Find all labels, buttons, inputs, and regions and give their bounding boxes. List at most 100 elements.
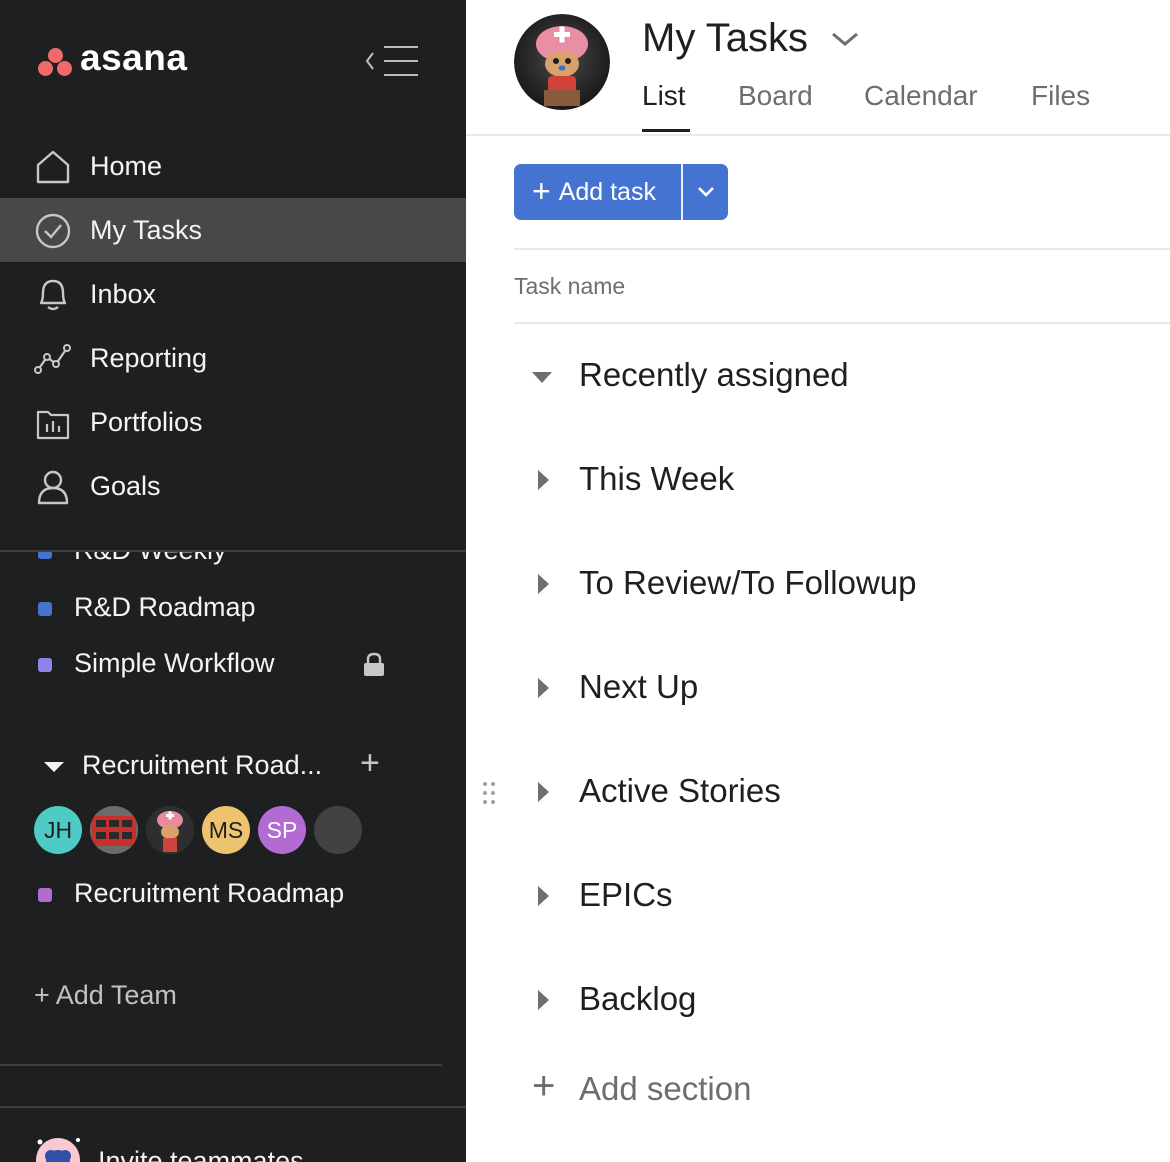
team-name: Recruitment Road... [82, 750, 323, 780]
avatar-photo-chopper[interactable] [146, 806, 194, 854]
project-color-dot [38, 888, 52, 902]
section-label: Active Stories [579, 772, 781, 809]
avatar-placeholder[interactable] [314, 806, 362, 854]
caret-right-icon[interactable] [538, 574, 549, 594]
chevron-down-icon [697, 187, 714, 197]
section-next-up[interactable]: Next Up [526, 658, 1166, 718]
avatar[interactable]: JH [34, 806, 82, 854]
section-active-stories[interactable]: Active Stories [526, 762, 1166, 822]
invite-icon [36, 1138, 80, 1162]
lock-icon [364, 652, 384, 676]
line-chart-icon [34, 344, 71, 374]
asana-logo[interactable]: asana [38, 37, 188, 80]
sidebar-item-my-tasks[interactable]: My Tasks [0, 198, 466, 262]
active-tab-indicator [642, 129, 690, 132]
invite-teammates-button[interactable]: Invite teammates [34, 1136, 454, 1162]
chevron-down-icon[interactable] [830, 30, 860, 48]
sidebar-item-goals[interactable]: Goals [0, 454, 466, 518]
column-header-divider [514, 248, 1170, 250]
caret-right-icon[interactable] [538, 678, 549, 698]
sidebar-item-label: My Tasks [90, 214, 203, 245]
chopper-photo-icon [146, 806, 194, 854]
section-label: Recently assigned [579, 356, 849, 393]
bus-photo-icon [90, 806, 138, 854]
section-label: Backlog [579, 980, 697, 1017]
add-task-label: Add task [558, 177, 656, 206]
sidebar-item-home[interactable]: Home [0, 134, 466, 198]
collapse-sidebar-icon[interactable] [364, 44, 420, 78]
plus-icon: + [532, 172, 551, 209]
column-header-task-name[interactable]: Task name [514, 273, 625, 300]
logo-text: asana [80, 37, 188, 78]
project-label: Simple Workflow [74, 648, 275, 678]
invite-label: Invite teammates [98, 1146, 304, 1162]
avatar-initials: SP [266, 816, 298, 843]
person-icon [37, 470, 69, 505]
sidebar-divider [0, 1106, 466, 1108]
project-label: R&D Weekly [74, 552, 227, 566]
section-epics[interactable]: EPICs [526, 866, 1166, 926]
section-this-week[interactable]: This Week [526, 450, 1166, 510]
add-task-button[interactable]: + Add task [514, 164, 681, 220]
caret-right-icon[interactable] [538, 990, 549, 1010]
caret-down-icon[interactable] [44, 762, 64, 772]
tab-board[interactable]: Board [738, 80, 813, 112]
page-title: My Tasks [642, 16, 808, 60]
main-content: My Tasks List Board Calendar Files + Add… [466, 0, 1170, 1162]
avatar[interactable]: SP [258, 806, 306, 854]
section-recently-assigned[interactable]: Recently assigned [526, 346, 1166, 406]
avatar-initials: MS [208, 816, 244, 843]
asana-logo-icon [38, 44, 74, 76]
check-circle-icon [35, 213, 71, 249]
sidebar-projects: R&D Weekly R&D Roadmap Simple Workflow R… [0, 552, 466, 1062]
team-header[interactable]: Recruitment Road... + [0, 744, 466, 790]
section-backlog[interactable]: Backlog [526, 970, 1166, 1030]
caret-right-icon[interactable] [538, 782, 549, 802]
project-color-dot [38, 658, 52, 672]
add-section-label: Add section [579, 1070, 752, 1107]
add-task-dropdown-button[interactable] [681, 164, 728, 220]
section-label: This Week [579, 460, 735, 497]
sidebar-item-label: Reporting [90, 342, 208, 373]
avatar-initials: JH [43, 816, 73, 843]
add-team-project-button[interactable]: + [360, 744, 380, 783]
add-task-button-group: + Add task [514, 164, 728, 220]
tab-list[interactable]: List [642, 80, 686, 112]
avatar-photo-bus[interactable] [90, 806, 138, 854]
project-color-dot [38, 602, 52, 616]
sidebar-item-portfolios[interactable]: Portfolios [0, 390, 466, 454]
caret-right-icon[interactable] [538, 470, 549, 490]
sidebar-item-reporting[interactable]: Reporting [0, 326, 466, 390]
plus-icon: + [532, 1064, 556, 1108]
tab-files[interactable]: Files [1031, 80, 1090, 112]
avatar[interactable]: MS [202, 806, 250, 854]
sidebar-project-recruitment-roadmap[interactable]: Recruitment Roadmap [0, 872, 466, 916]
sidebar-divider [0, 1064, 442, 1066]
folder-chart-icon [36, 410, 70, 440]
add-team-button[interactable]: + Add Team [34, 980, 177, 1011]
sidebar-project-rd-roadmap[interactable]: R&D Roadmap [0, 586, 466, 630]
project-color-dot [38, 552, 52, 559]
drag-handle-icon[interactable] [480, 780, 498, 806]
section-label: Next Up [579, 668, 699, 705]
caret-right-icon[interactable] [538, 886, 549, 906]
section-to-review[interactable]: To Review/To Followup [526, 554, 1166, 614]
sidebar-project-rd-weekly[interactable]: R&D Weekly [0, 552, 466, 573]
project-label: Recruitment Roadmap [74, 878, 345, 908]
header-divider [466, 134, 1170, 136]
section-label: To Review/To Followup [579, 564, 917, 601]
section-label: EPICs [579, 876, 673, 913]
sidebar-project-simple-workflow[interactable]: Simple Workflow [0, 642, 466, 686]
sidebar-item-label: Portfolios [90, 406, 203, 437]
sidebar-item-label: Home [90, 150, 163, 181]
bell-icon [39, 279, 67, 311]
user-avatar[interactable] [514, 14, 610, 110]
column-header-divider [514, 322, 1170, 324]
sidebar-item-label: Goals [90, 470, 161, 501]
tab-calendar[interactable]: Calendar [864, 80, 978, 112]
sidebar: asana Home My Tasks Inbox Reporting Port… [0, 0, 466, 1162]
project-label: R&D Roadmap [74, 592, 256, 622]
sidebar-item-label: Inbox [90, 278, 157, 309]
sidebar-item-inbox[interactable]: Inbox [0, 262, 466, 326]
caret-down-icon[interactable] [532, 372, 552, 383]
